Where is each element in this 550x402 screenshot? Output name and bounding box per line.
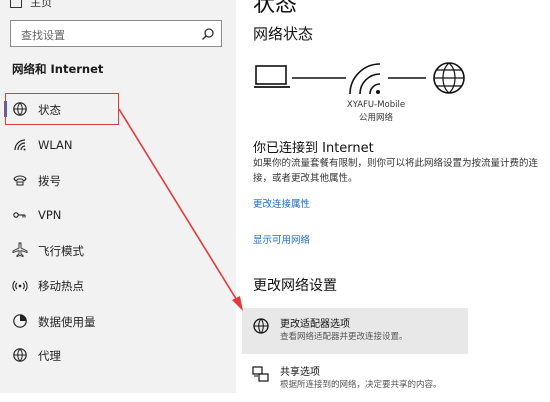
sidebar-item-label: 数据使用量 xyxy=(38,315,96,329)
home-icon xyxy=(10,0,22,8)
nav-home-label: 主页 xyxy=(30,0,52,9)
dialup-icon xyxy=(13,175,27,186)
option-subtitle: 查看网络适配器并更改连接设置。 xyxy=(280,332,408,342)
sidebar-item-label: 代理 xyxy=(38,349,61,363)
network-type: 公用网络 xyxy=(358,113,393,123)
option-title: 共享选项 xyxy=(280,367,320,378)
sidebar-item-data-usage[interactable]: 数据使用量 xyxy=(0,306,236,336)
sidebar-item-label: 拨号 xyxy=(38,174,61,188)
wifi-icon xyxy=(14,139,26,151)
sidebar-item-proxy[interactable]: 代理 xyxy=(0,340,236,370)
search-icon[interactable] xyxy=(201,27,215,41)
data-usage-icon xyxy=(13,314,27,328)
main-content: 状态 网络状态 XYAFU-Mobile 公用网络 你已连接到 Internet… xyxy=(236,0,550,393)
change-network-settings-heading: 更改网络设置 xyxy=(253,278,337,294)
sharing-icon xyxy=(252,366,269,382)
change-connection-properties-link[interactable]: 更改连接属性 xyxy=(253,196,310,210)
section-title: 网络和 Internet xyxy=(12,62,104,76)
sidebar-item-label: 移动热点 xyxy=(38,279,84,293)
sidebar-item-hotspot[interactable]: 移动热点 xyxy=(0,270,236,300)
airplane-icon xyxy=(12,242,28,258)
sidebar-item-airplane[interactable]: 飞行模式 xyxy=(0,235,236,265)
internet-globe-icon xyxy=(433,62,465,94)
hotspot-icon xyxy=(12,280,28,292)
sharing-options-button[interactable]: 共享选项 根据所连接到的网络，决定要共享的内容。 xyxy=(242,356,468,402)
network-status-heading: 网络状态 xyxy=(253,25,314,43)
laptop-icon xyxy=(254,65,290,88)
page-title: 状态 xyxy=(253,0,298,17)
connection-description: 如果你的流量套餐有限制，则你可以将此网络设置为按流量计费的连接，或者更改其他属性… xyxy=(253,158,539,184)
search-input[interactable]: 查找设置 xyxy=(10,20,222,47)
network-name: XYAFU-Mobile xyxy=(346,100,406,110)
sidebar-item-vpn[interactable]: VPN xyxy=(0,200,236,230)
vpn-icon xyxy=(13,212,26,218)
search-placeholder: 查找设置 xyxy=(21,29,65,42)
adapter-globe-icon xyxy=(253,318,269,334)
sidebar-item-label: WLAN xyxy=(38,138,73,152)
option-subtitle: 根据所连接到的网络，决定要共享的内容。 xyxy=(280,380,442,390)
sidebar-item-dialup[interactable]: 拨号 xyxy=(0,165,236,195)
sidebar-item-label: VPN xyxy=(38,208,62,222)
nav-home-item[interactable]: 主页 xyxy=(10,0,52,10)
wifi-signal-icon xyxy=(349,63,381,95)
change-adapter-options-button[interactable]: 更改适配器选项 查看网络适配器并更改连接设置。 xyxy=(242,308,468,354)
settings-nav-pane: 主页 查找设置 网络和 Internet 状态 WLAN 拨号 VPN 飞行模式… xyxy=(0,0,236,393)
show-available-networks-link[interactable]: 显示可用网络 xyxy=(253,232,310,246)
sidebar-item-wlan[interactable]: WLAN xyxy=(0,130,236,160)
sidebar-item-label: 飞行模式 xyxy=(38,244,84,258)
connected-heading: 你已连接到 Internet xyxy=(253,141,374,156)
annotation-highlight-box xyxy=(5,93,119,125)
option-title: 更改适配器选项 xyxy=(280,319,350,330)
globe-icon xyxy=(13,348,27,362)
